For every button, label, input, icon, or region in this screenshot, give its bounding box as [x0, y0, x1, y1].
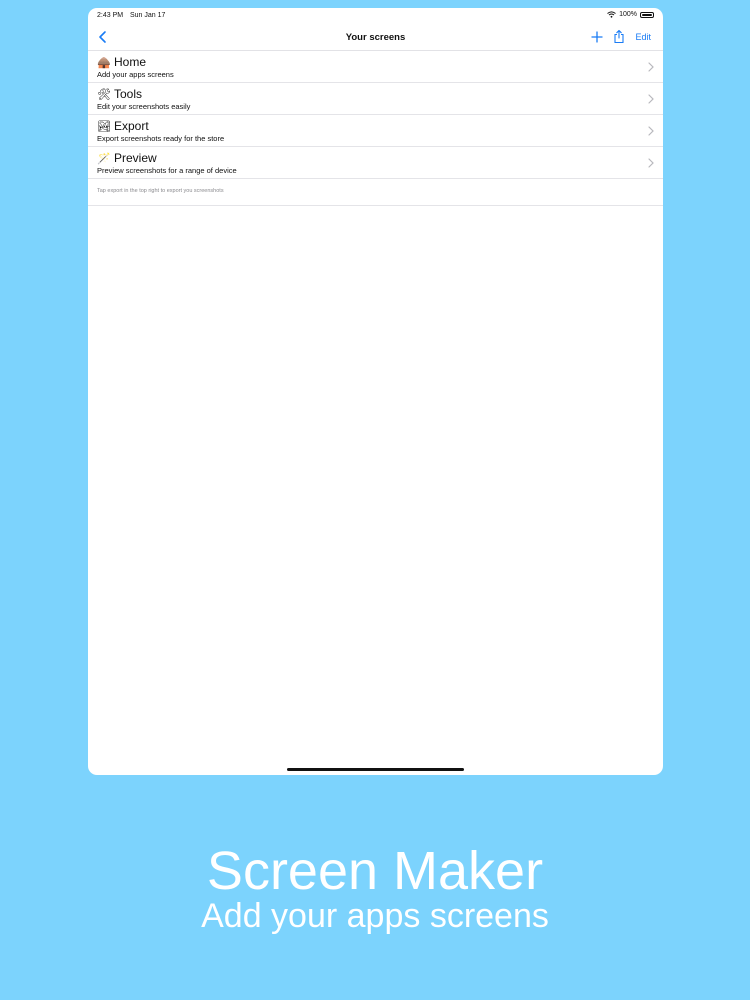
share-icon[interactable]	[613, 29, 625, 44]
row-title: 🏞 Export	[97, 119, 149, 133]
list-item-tools[interactable]: 🛠 Tools Edit your screenshots easily	[88, 83, 663, 115]
magic-wand-icon: 🪄	[97, 151, 111, 165]
chevron-right-icon	[648, 158, 654, 168]
chevron-right-icon	[648, 94, 654, 104]
ipad-screen: 2:43 PM Sun Jan 17 100% Your screens Edi…	[88, 8, 663, 775]
promo-subtitle: Add your apps screens	[201, 897, 549, 935]
row-title: 🪄 Preview	[97, 151, 157, 165]
page-title: Your screens	[345, 32, 406, 43]
status-date: Sun Jan 17	[130, 12, 166, 19]
row-subtitle: Preview screenshots for a range of devic…	[97, 166, 237, 175]
screens-list: 🛖 Home Add your apps screens 🛠 Tools Edi…	[88, 51, 663, 179]
battery-icon	[640, 11, 654, 18]
divider	[88, 205, 663, 206]
edit-button[interactable]: Edit	[635, 32, 651, 42]
chevron-right-icon	[648, 126, 654, 136]
row-subtitle: Add your apps screens	[97, 70, 174, 79]
footer-note: Tap export in the top right to export yo…	[97, 188, 224, 194]
navigation-bar: Your screens Edit	[88, 24, 663, 51]
list-item-export[interactable]: 🏞 Export Export screenshots ready for th…	[88, 115, 663, 147]
home-indicator[interactable]	[287, 768, 464, 771]
wifi-icon	[607, 11, 616, 18]
promo-title: Screen Maker	[206, 841, 544, 901]
status-right: 100%	[607, 11, 654, 18]
status-bar: 2:43 PM Sun Jan 17 100%	[88, 8, 663, 24]
hut-icon: 🛖	[97, 55, 111, 69]
row-title-text: Preview	[114, 151, 157, 165]
tools-icon: 🛠	[97, 87, 111, 101]
row-subtitle: Export screenshots ready for the store	[97, 134, 225, 143]
chevron-right-icon	[648, 62, 654, 72]
list-item-home[interactable]: 🛖 Home Add your apps screens	[88, 51, 663, 83]
row-title-text: Export	[114, 119, 149, 133]
row-subtitle: Edit your screenshots easily	[97, 102, 191, 111]
row-title: 🛠 Tools	[97, 87, 142, 101]
list-item-preview[interactable]: 🪄 Preview Preview screenshots for a rang…	[88, 147, 663, 179]
row-title-text: Tools	[114, 87, 143, 101]
row-title-text: Home	[114, 55, 147, 69]
landscape-icon: 🏞	[97, 119, 111, 133]
status-time: 2:43 PM	[97, 12, 124, 19]
battery-percent: 100%	[619, 11, 637, 18]
plus-icon[interactable]	[591, 30, 603, 44]
row-title: 🛖 Home	[97, 55, 146, 69]
